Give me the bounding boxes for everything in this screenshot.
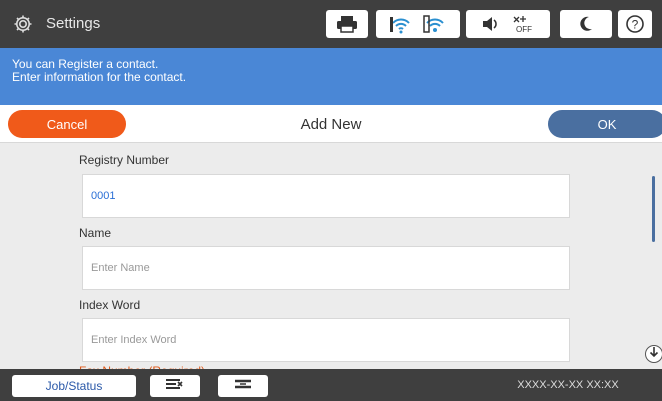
title-bar: Settings OFF ? bbox=[0, 0, 662, 48]
sleep-button[interactable] bbox=[560, 10, 612, 38]
action-bar: Add New Cancel OK bbox=[0, 105, 662, 143]
cancel-button[interactable]: Cancel bbox=[8, 110, 126, 138]
banner-line-2: Enter information for the contact. bbox=[12, 70, 187, 84]
registry-number-field[interactable]: 0001 bbox=[82, 174, 570, 218]
settings-screen: Settings OFF ? You can Register a contac… bbox=[0, 0, 662, 401]
scrollbar-thumb[interactable] bbox=[652, 176, 655, 242]
network-status-button[interactable] bbox=[376, 10, 460, 38]
ethernet-off-icon: OFF bbox=[511, 14, 535, 34]
scroll-down-button[interactable] bbox=[645, 345, 662, 363]
help-icon: ? bbox=[625, 14, 645, 34]
wifi-icon bbox=[389, 14, 413, 34]
printer-status-button[interactable] bbox=[326, 10, 368, 38]
home-button[interactable] bbox=[218, 375, 268, 397]
ok-button[interactable]: OK bbox=[548, 110, 662, 138]
printer-icon bbox=[336, 15, 358, 33]
bottom-bar: Job/Status XXXX-XX-XX XX:XX bbox=[0, 369, 662, 401]
job-status-button[interactable]: Job/Status bbox=[12, 375, 136, 397]
info-banner: You can Register a contact. Enter inform… bbox=[0, 48, 662, 105]
datetime: XXXX-XX-XX XX:XX bbox=[517, 379, 619, 391]
contact-form: Registry Number 0001 Name Enter Name Ind… bbox=[0, 143, 662, 370]
svg-text:?: ? bbox=[632, 18, 639, 32]
name-field[interactable]: Enter Name bbox=[82, 246, 570, 290]
sound-icon bbox=[481, 16, 499, 32]
sleep-icon bbox=[578, 15, 594, 33]
name-label: Name bbox=[79, 226, 112, 240]
help-button[interactable]: ? bbox=[618, 10, 652, 38]
page-title: Settings bbox=[46, 15, 101, 32]
index-word-label: Index Word bbox=[79, 298, 141, 312]
stop-icon bbox=[164, 377, 186, 396]
arrow-down-icon bbox=[649, 345, 659, 363]
svg-text:OFF: OFF bbox=[516, 25, 532, 34]
registry-number-label: Registry Number bbox=[79, 153, 170, 167]
index-word-field[interactable]: Enter Index Word bbox=[82, 318, 570, 362]
gear-icon bbox=[12, 13, 34, 35]
wifi-direct-icon bbox=[423, 14, 447, 34]
menu-icon bbox=[234, 377, 252, 395]
sound-settings-button[interactable]: OFF bbox=[466, 10, 550, 38]
stop-button[interactable] bbox=[150, 375, 200, 397]
